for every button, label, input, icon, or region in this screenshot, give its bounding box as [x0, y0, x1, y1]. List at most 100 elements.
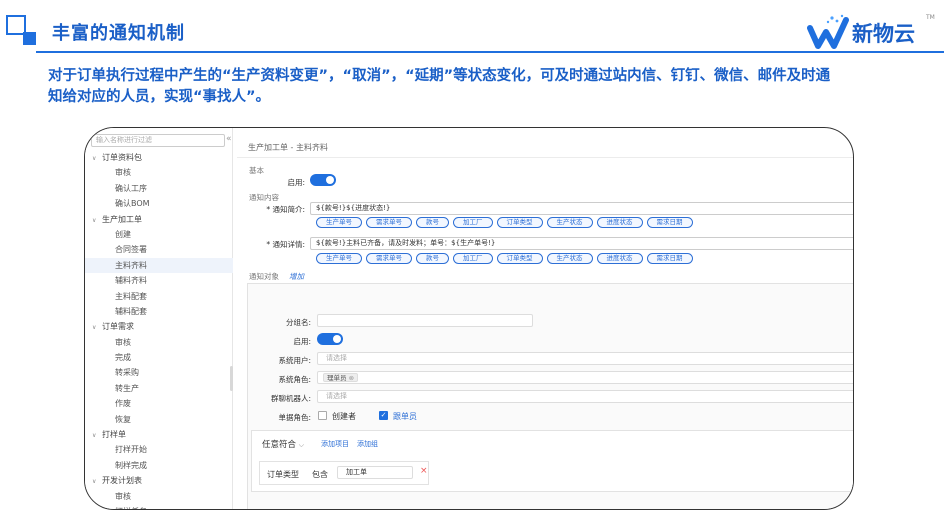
- sidebar-item[interactable]: 完成: [85, 350, 233, 365]
- chevron-down-icon: ∨: [92, 155, 97, 162]
- sidebar-group[interactable]: ∨ 开发计划表: [85, 473, 233, 488]
- app-screenshot: 输入名称进行过滤 « ∨ 订单资料包 审核 确认工序 确认BOM ∨ 生产加工单 创建 合同签署…: [84, 127, 854, 510]
- sidebar-item[interactable]: 转生产: [85, 381, 233, 396]
- variable-chip[interactable]: 需求日期: [646, 217, 693, 228]
- sidebar-item-label: 审核: [115, 168, 131, 178]
- chevron-down-icon: ∨: [92, 216, 97, 224]
- sidebar-item-label: 转生产: [115, 383, 139, 393]
- variable-chip[interactable]: 需求日期: [646, 253, 693, 264]
- sidebar-item-label: 生产加工单: [102, 214, 142, 224]
- sidebar-item-label: 订单需求: [102, 322, 134, 332]
- sidebar-item-label: 转采购: [115, 368, 139, 378]
- enable-label: 启用:: [287, 178, 305, 187]
- follower-checkbox[interactable]: ✓: [379, 411, 388, 420]
- sidebar-item[interactable]: 转采购: [85, 365, 233, 380]
- variable-chip[interactable]: 生产单号: [316, 253, 362, 264]
- sidebar-item-label: 打样开始: [115, 445, 147, 455]
- logo-tm: TM: [926, 14, 935, 21]
- sidebar-item[interactable]: 恢复: [85, 412, 233, 427]
- sidebar-item-label: 主料齐料: [115, 260, 147, 270]
- variable-chip[interactable]: 生产状态: [546, 253, 593, 264]
- bot-select[interactable]: 请选择: [317, 390, 853, 403]
- variable-chip[interactable]: 加工厂: [453, 253, 493, 264]
- sidebar-item-label: 审核: [115, 337, 131, 347]
- chevron-down-icon: ∨: [92, 324, 97, 332]
- creator-checkbox[interactable]: [318, 411, 327, 420]
- sidebar-item[interactable]: 审核: [85, 489, 233, 504]
- sidebar-item-label: 辅料配套: [115, 306, 147, 316]
- sidebar-item[interactable]: 主料配套: [85, 289, 233, 304]
- collapse-icon[interactable]: «: [226, 134, 232, 144]
- sidebar-item-label: 确认BOM: [115, 199, 150, 209]
- sidebar-group[interactable]: ∨ 订单需求: [85, 319, 233, 334]
- slide-title: 丰富的通知机制: [52, 23, 185, 44]
- sidebar-search-input[interactable]: 输入名称进行过滤: [91, 134, 225, 147]
- variable-chip[interactable]: 需求单号: [366, 253, 412, 264]
- description: 对于订单执行过程中产生的“生产资料变更”，“取消”，“延期”等状态变化，可及时通…: [48, 68, 831, 105]
- condition-value-input[interactable]: 加工单: [337, 466, 413, 479]
- variable-chip[interactable]: 生产单号: [316, 217, 362, 228]
- group-enable-toggle[interactable]: [317, 333, 343, 345]
- group-enable-label: 启用:: [293, 337, 311, 346]
- sidebar-scrollbar[interactable]: [230, 366, 233, 391]
- detail-template-input[interactable]: ${款号!}主料已齐备，请及时发料；单号：${生产单号!}: [310, 237, 853, 250]
- sidebar-group[interactable]: ∨ 生产加工单: [85, 212, 233, 227]
- add-item-link[interactable]: 添加项目: [321, 439, 349, 449]
- condition-mode-label: 任意符合: [262, 440, 297, 450]
- variable-chip[interactable]: 加工厂: [453, 217, 493, 228]
- variable-chip[interactable]: 生产状态: [546, 217, 593, 228]
- sidebar-item[interactable]: 主料齐料: [85, 257, 233, 274]
- sidebar-item-label: 打样单: [102, 430, 126, 440]
- breadcrumb: 生产加工单 - 主料齐料: [248, 143, 328, 152]
- enable-toggle[interactable]: [310, 174, 336, 186]
- sidebar-item[interactable]: 合同签署: [85, 242, 233, 257]
- sidebar-item[interactable]: 制样完成: [85, 458, 233, 473]
- follower-label: 跟单员: [393, 412, 417, 421]
- detail-variable-chips: 生产单号 需求单号 款号 加工厂 订单类型 生产状态 进度状态 需求日期: [316, 253, 693, 264]
- sidebar-item[interactable]: 审核: [85, 165, 233, 180]
- variable-chip[interactable]: 款号: [416, 253, 449, 264]
- group-name-input[interactable]: [317, 314, 533, 327]
- sidebar-item[interactable]: 打样任务: [85, 504, 233, 509]
- variable-chip[interactable]: 款号: [416, 217, 449, 228]
- sidebar-group[interactable]: ∨ 打样单: [85, 427, 233, 442]
- main-panel: 生产加工单 - 主料齐料 基本 启用: 通知内容 * 通知简介: ${款号!}$…: [237, 128, 853, 509]
- bot-label: 群聊机器人:: [270, 394, 311, 403]
- sidebar-item[interactable]: 打样开始: [85, 442, 233, 457]
- tag-close-icon[interactable]: ⊗: [349, 374, 354, 382]
- sidebar-item-label: 审核: [115, 491, 131, 501]
- brief-template-input[interactable]: ${款号!}${进度状态!}: [310, 202, 853, 215]
- sidebar-item[interactable]: 作废: [85, 396, 233, 411]
- sidebar-item-label: 打样任务: [115, 507, 147, 509]
- breadcrumb-divider: [237, 157, 853, 158]
- sidebar-item[interactable]: 辅料配套: [85, 304, 233, 319]
- variable-chip[interactable]: 进度状态: [596, 217, 643, 228]
- header-square-fill-icon: [23, 32, 36, 45]
- sidebar-item[interactable]: 审核: [85, 335, 233, 350]
- variable-chip[interactable]: 进度状态: [596, 253, 643, 264]
- variable-chip[interactable]: 订单类型: [496, 217, 543, 228]
- variable-chip[interactable]: 需求单号: [366, 217, 412, 228]
- sidebar-item[interactable]: 确认工序: [85, 181, 233, 196]
- detail-label: * 通知详情:: [266, 240, 305, 249]
- add-target-link[interactable]: 增加: [289, 271, 304, 282]
- sidebar-group[interactable]: ∨ 订单资料包: [85, 150, 233, 165]
- sidebar-item[interactable]: 辅料齐料: [85, 273, 233, 288]
- chevron-down-icon: ∨: [92, 478, 97, 486]
- delete-condition-icon[interactable]: ×: [420, 466, 428, 476]
- sidebar-item-label: 制样完成: [115, 460, 147, 470]
- sidebar-item-label: 恢复: [115, 414, 131, 424]
- sidebar-item-label: 创建: [115, 229, 131, 239]
- add-group-link[interactable]: 添加组: [357, 439, 378, 449]
- variable-chip[interactable]: 订单类型: [496, 253, 543, 264]
- sidebar-item[interactable]: 确认BOM: [85, 196, 233, 211]
- condition-mode-select[interactable]: 任意符合 ⌵: [262, 438, 304, 450]
- doc-role-label: 单据角色:: [278, 413, 311, 422]
- system-role-select[interactable]: 理单员 ⊗: [317, 371, 853, 384]
- sidebar-item[interactable]: 创建: [85, 227, 233, 242]
- brief-variable-chips: 生产单号 需求单号 款号 加工厂 订单类型 生产状态 进度状态 需求日期: [316, 217, 693, 228]
- sidebar-item-label: 主料配套: [115, 291, 147, 301]
- brief-label: * 通知简介:: [266, 205, 305, 214]
- system-user-select[interactable]: 请选择: [317, 352, 853, 365]
- brand-logo: 新物云 TM: [806, 12, 936, 52]
